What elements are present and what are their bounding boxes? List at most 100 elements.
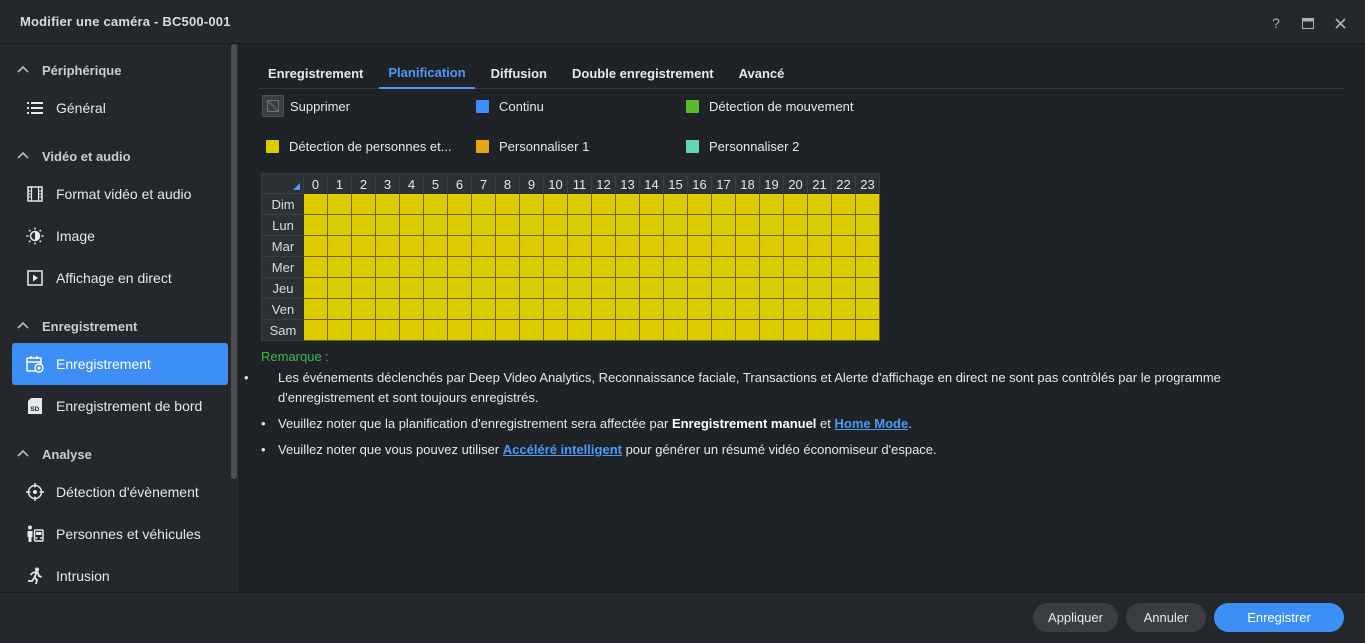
schedule-cell[interactable] xyxy=(592,257,616,278)
hour-header[interactable]: 10 xyxy=(544,173,568,194)
schedule-cell[interactable] xyxy=(424,278,448,299)
schedule-cell[interactable] xyxy=(856,194,880,215)
schedule-cell[interactable] xyxy=(616,194,640,215)
schedule-cell[interactable] xyxy=(328,320,352,341)
schedule-cell[interactable] xyxy=(712,320,736,341)
schedule-cell[interactable] xyxy=(544,320,568,341)
hour-header[interactable]: 5 xyxy=(424,173,448,194)
schedule-cell[interactable] xyxy=(472,194,496,215)
schedule-cell[interactable] xyxy=(400,257,424,278)
schedule-cell[interactable] xyxy=(376,215,400,236)
schedule-cell[interactable] xyxy=(760,299,784,320)
grid-select-all[interactable] xyxy=(261,173,304,194)
schedule-cell[interactable] xyxy=(832,215,856,236)
schedule-cell[interactable] xyxy=(688,236,712,257)
schedule-cell[interactable] xyxy=(568,257,592,278)
sidebar-item-edge-recording[interactable]: SD Enregistrement de bord xyxy=(12,385,228,427)
schedule-cell[interactable] xyxy=(472,215,496,236)
schedule-cell[interactable] xyxy=(304,215,328,236)
schedule-cell[interactable] xyxy=(640,215,664,236)
schedule-cell[interactable] xyxy=(592,236,616,257)
schedule-cell[interactable] xyxy=(808,257,832,278)
schedule-cell[interactable] xyxy=(856,299,880,320)
schedule-cell[interactable] xyxy=(736,299,760,320)
schedule-cell[interactable] xyxy=(544,194,568,215)
schedule-cell[interactable] xyxy=(352,194,376,215)
schedule-cell[interactable] xyxy=(664,236,688,257)
hour-header[interactable]: 4 xyxy=(400,173,424,194)
hour-header[interactable]: 8 xyxy=(496,173,520,194)
schedule-cell[interactable] xyxy=(856,215,880,236)
schedule-cell[interactable] xyxy=(448,320,472,341)
schedule-cell[interactable] xyxy=(784,257,808,278)
schedule-cell[interactable] xyxy=(376,299,400,320)
schedule-cell[interactable] xyxy=(472,236,496,257)
schedule-cell[interactable] xyxy=(496,194,520,215)
schedule-cell[interactable] xyxy=(616,278,640,299)
schedule-cell[interactable] xyxy=(424,299,448,320)
hour-header[interactable]: 16 xyxy=(688,173,712,194)
schedule-cell[interactable] xyxy=(688,278,712,299)
hour-header[interactable]: 21 xyxy=(808,173,832,194)
maximize-icon[interactable] xyxy=(1297,12,1319,34)
schedule-cell[interactable] xyxy=(616,320,640,341)
schedule-cell[interactable] xyxy=(592,299,616,320)
schedule-cell[interactable] xyxy=(472,278,496,299)
hour-header[interactable]: 1 xyxy=(328,173,352,194)
schedule-cell[interactable] xyxy=(568,236,592,257)
hour-header[interactable]: 11 xyxy=(568,173,592,194)
schedule-cell[interactable] xyxy=(664,278,688,299)
schedule-cell[interactable] xyxy=(568,320,592,341)
sidebar-item-live-view[interactable]: Affichage en direct xyxy=(12,257,228,299)
sidebar-item-people-vehicles[interactable]: Personnes et véhicules xyxy=(12,513,228,555)
sidebar-item-intrusion[interactable]: Intrusion xyxy=(12,555,228,592)
schedule-cell[interactable] xyxy=(544,299,568,320)
hour-header[interactable]: 14 xyxy=(640,173,664,194)
hour-header[interactable]: 17 xyxy=(712,173,736,194)
schedule-cell[interactable] xyxy=(328,215,352,236)
legend-custom-2[interactable]: Personnaliser 2 xyxy=(686,139,799,154)
schedule-cell[interactable] xyxy=(568,194,592,215)
schedule-cell[interactable] xyxy=(688,299,712,320)
hour-header[interactable]: 0 xyxy=(304,173,328,194)
tab-avance[interactable]: Avancé xyxy=(730,58,794,89)
schedule-cell[interactable] xyxy=(472,299,496,320)
schedule-cell[interactable] xyxy=(352,236,376,257)
schedule-cell[interactable] xyxy=(808,299,832,320)
help-icon[interactable]: ? xyxy=(1265,12,1287,34)
schedule-cell[interactable] xyxy=(496,299,520,320)
schedule-cell[interactable] xyxy=(424,236,448,257)
schedule-cell[interactable] xyxy=(568,299,592,320)
schedule-cell[interactable] xyxy=(736,257,760,278)
section-peripherique[interactable]: Périphérique xyxy=(16,56,121,84)
schedule-cell[interactable] xyxy=(520,278,544,299)
section-video-audio[interactable]: Vidéo et audio xyxy=(16,142,131,170)
schedule-cell[interactable] xyxy=(448,278,472,299)
schedule-cell[interactable] xyxy=(616,215,640,236)
schedule-cell[interactable] xyxy=(592,194,616,215)
schedule-cell[interactable] xyxy=(640,320,664,341)
schedule-cell[interactable] xyxy=(592,320,616,341)
cancel-button[interactable]: Annuler xyxy=(1126,603,1206,632)
schedule-cell[interactable] xyxy=(496,278,520,299)
hour-header[interactable]: 13 xyxy=(616,173,640,194)
schedule-cell[interactable] xyxy=(448,299,472,320)
schedule-cell[interactable] xyxy=(832,320,856,341)
schedule-cell[interactable] xyxy=(712,194,736,215)
schedule-cell[interactable] xyxy=(712,299,736,320)
hour-header[interactable]: 18 xyxy=(736,173,760,194)
schedule-cell[interactable] xyxy=(424,215,448,236)
schedule-cell[interactable] xyxy=(832,278,856,299)
schedule-cell[interactable] xyxy=(640,299,664,320)
tab-double-enregistrement[interactable]: Double enregistrement xyxy=(563,58,723,89)
schedule-cell[interactable] xyxy=(304,278,328,299)
sidebar-item-recording[interactable]: Enregistrement xyxy=(12,343,228,385)
schedule-cell[interactable] xyxy=(712,278,736,299)
schedule-cell[interactable] xyxy=(784,320,808,341)
schedule-cell[interactable] xyxy=(544,236,568,257)
sidebar-item-event-detection[interactable]: Détection d'évènement xyxy=(12,471,228,513)
hour-header[interactable]: 3 xyxy=(376,173,400,194)
schedule-cell[interactable] xyxy=(688,320,712,341)
schedule-cell[interactable] xyxy=(448,257,472,278)
schedule-cell[interactable] xyxy=(496,215,520,236)
